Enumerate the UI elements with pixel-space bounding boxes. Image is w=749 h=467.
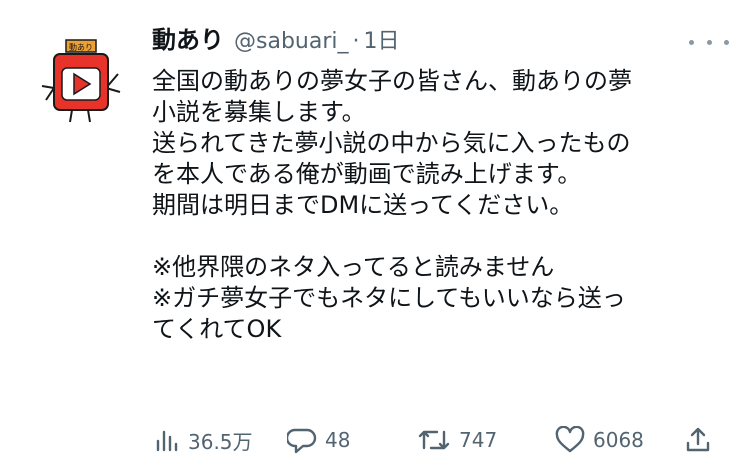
tweet-text-line: 期間は明日までDMに送ってください。	[152, 191, 574, 219]
tweet-text: 全国の動ありの夢女子の皆さん、動ありの夢 小説を募集します。 送られてきた夢小説…	[152, 66, 722, 345]
avatar-logo-icon: 動あり	[32, 28, 128, 124]
avatar[interactable]: 動あり	[32, 28, 128, 124]
tweet-header: 動あり @sabuari_ · 1日	[152, 18, 722, 62]
share-button[interactable]	[684, 426, 712, 454]
tweet-text-line: ※他界隈のネタ入ってると読みません	[152, 253, 555, 281]
tweet-text-line: 小説を募集します。	[152, 98, 366, 126]
like-count: 6068	[593, 428, 644, 452]
tweet-text-line: 全国の動ありの夢女子の皆さん、動ありの夢	[152, 67, 632, 95]
tweet-text-line: 送られてきた夢小説の中から気に入ったもの	[152, 129, 631, 157]
more-options-button[interactable]	[689, 32, 729, 52]
timestamp[interactable]: 1日	[364, 20, 400, 64]
tweet-body: 動あり @sabuari_ · 1日 全国の動ありの夢女子の皆さん、動ありの夢 …	[152, 18, 722, 345]
views-count: 36.5万	[188, 429, 253, 454]
retweet-icon	[418, 430, 450, 450]
avatar-badge-text: 動あり	[69, 43, 93, 52]
reply-icon	[287, 428, 317, 454]
tweet-text-blank-line	[152, 221, 722, 252]
views-button[interactable]: 36.5万	[154, 426, 253, 455]
display-name[interactable]: 動あり	[152, 18, 224, 62]
more-horizontal-icon	[689, 39, 694, 45]
heart-icon	[555, 426, 585, 453]
tweet-text-line: を本人である俺が動画で読み上げます。	[152, 160, 582, 188]
more-horizontal-icon	[706, 39, 712, 45]
tweet-text-line: てくれてOK	[152, 315, 282, 343]
retweet-button[interactable]: 747	[417, 426, 497, 454]
views-icon	[156, 430, 178, 452]
retweet-count: 747	[459, 428, 498, 452]
tweet: 動あり 動あり @sabuari_ · 1日 全国の動ありの夢女子の皆さん、動あ…	[0, 0, 749, 467]
separator-dot: ·	[352, 29, 360, 54]
tweet-text-line: ※ガチ夢女子でもネタにしてもいいなら送っ	[152, 284, 626, 312]
user-handle[interactable]: @sabuari_	[234, 20, 349, 64]
action-bar: 36.5万 48 747 6068	[152, 418, 722, 462]
share-icon	[686, 427, 710, 452]
reply-count: 48	[325, 428, 351, 452]
like-button[interactable]: 6068	[555, 426, 644, 454]
reply-button[interactable]: 48	[287, 426, 350, 454]
more-horizontal-icon	[724, 39, 729, 45]
